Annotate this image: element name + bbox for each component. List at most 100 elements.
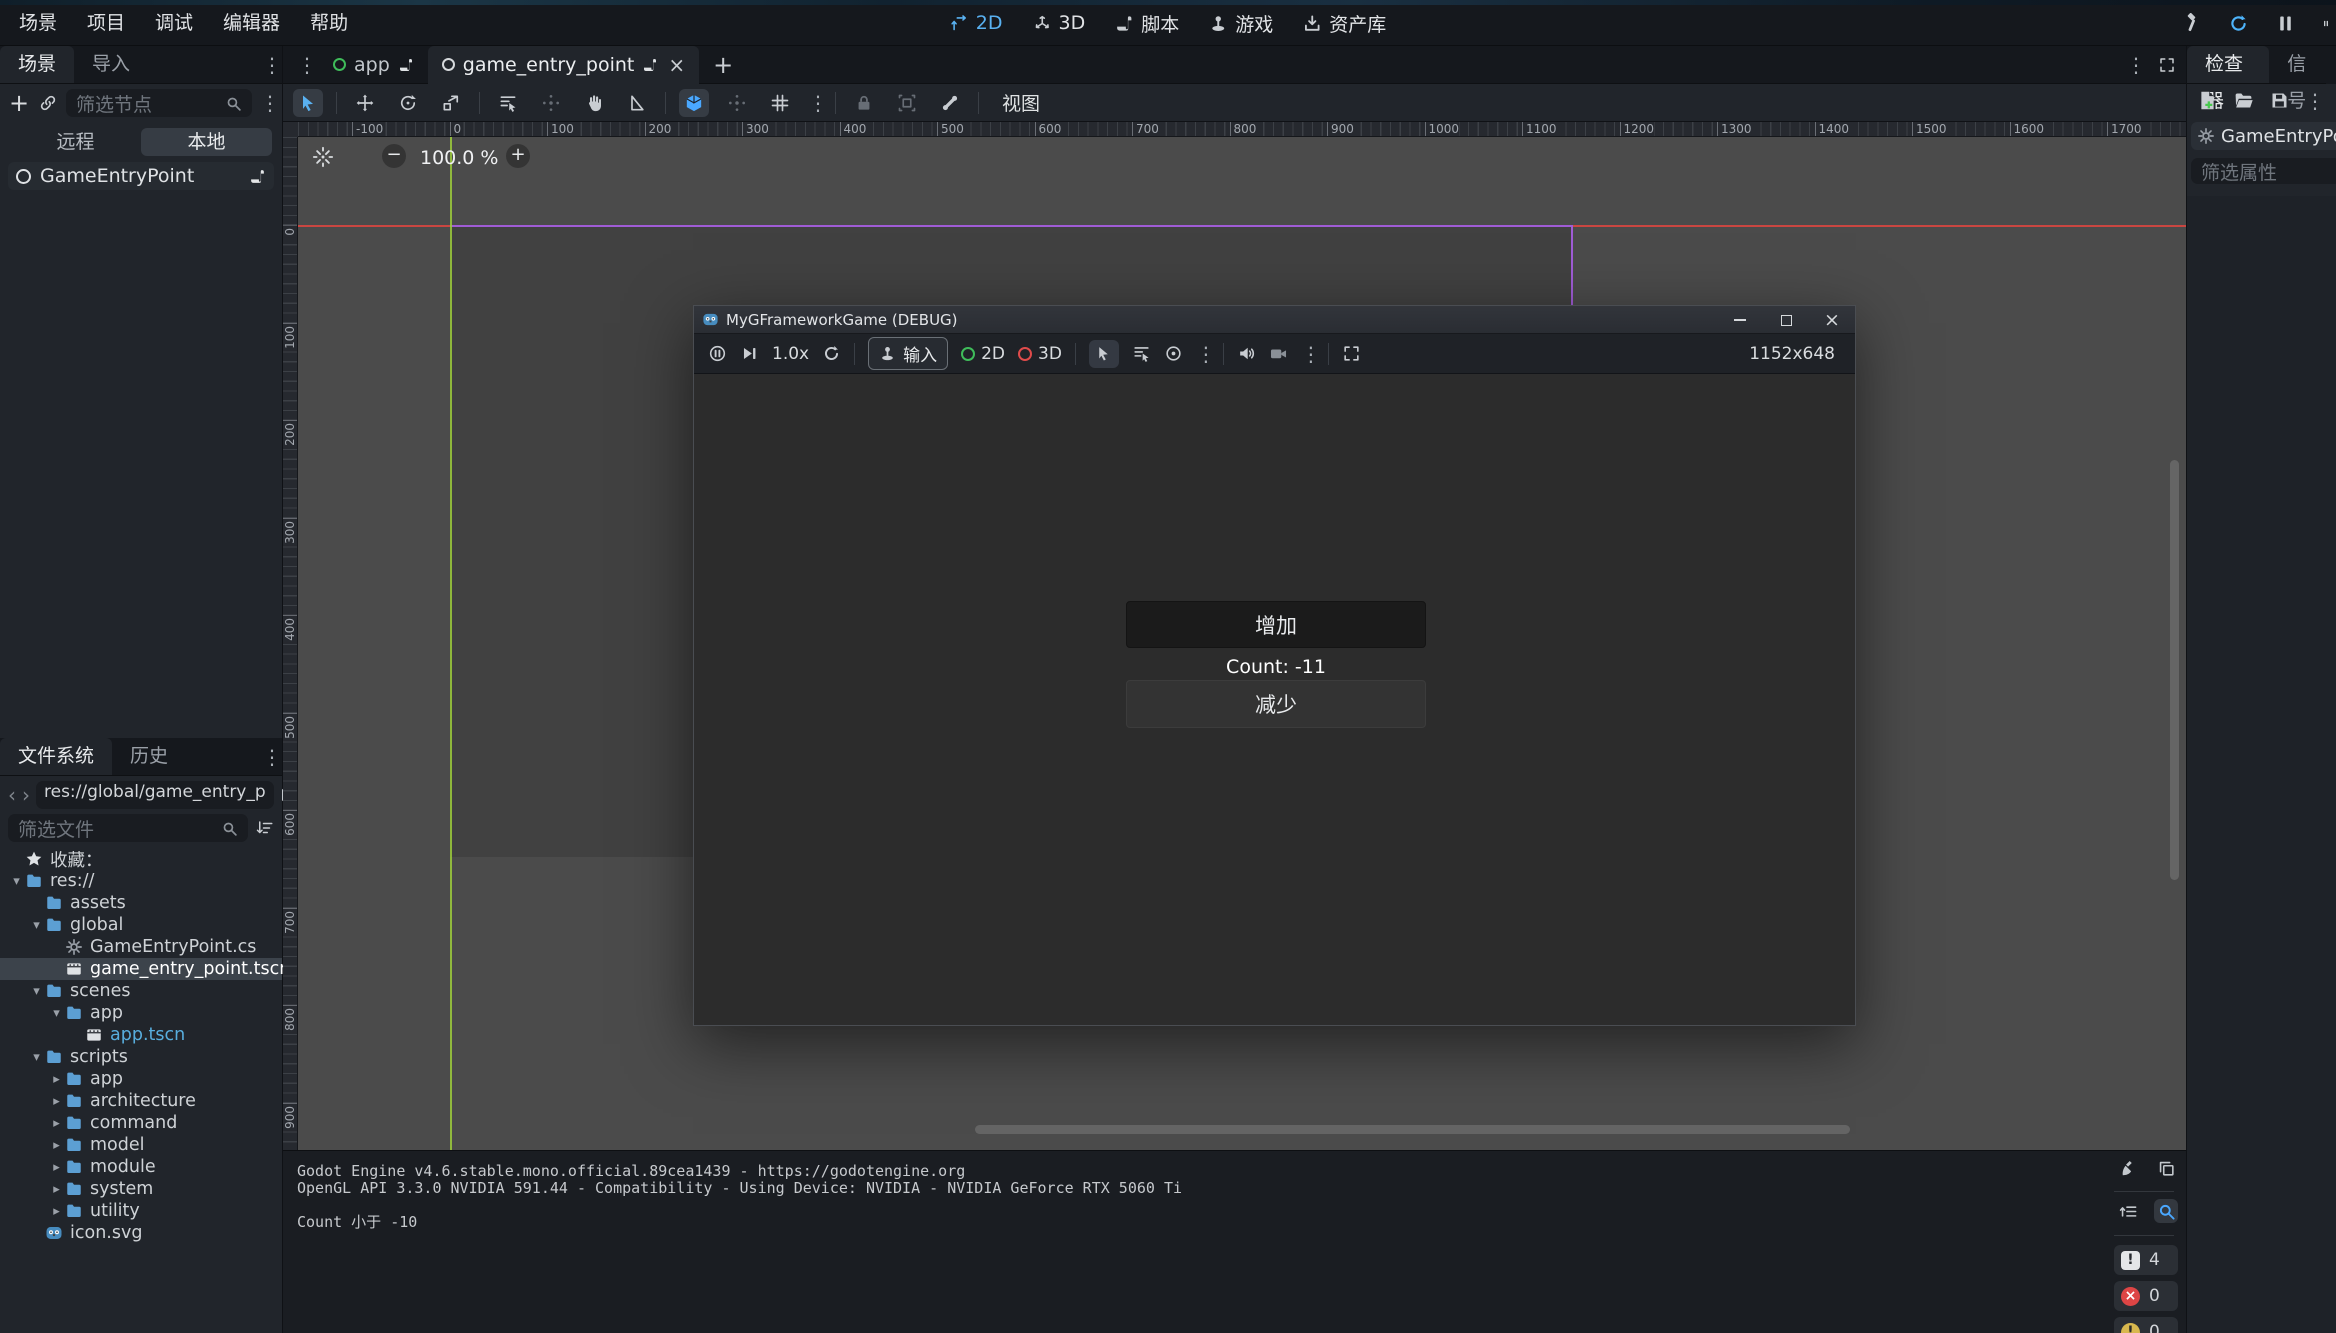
fs-item-scenes[interactable]: ▾ scenes [0,980,282,1002]
sort-icon[interactable] [256,819,274,837]
tree-expand-icon[interactable]: ▸ [48,1094,65,1109]
fs-item-game_entry_point.tscn[interactable]: game_entry_point.tscn [0,958,282,980]
game-window-titlebar[interactable]: MyGFrameworkGame (DEBUG) × [694,306,1855,334]
camera-override-icon[interactable] [1269,344,1288,363]
scene-tree-root-node[interactable]: GameEntryPoint [8,162,274,190]
fs-item-architecture[interactable]: ▸ architecture [0,1090,282,1112]
errors-badge[interactable]: × 0 [2114,1281,2178,1311]
scale-tool-button[interactable] [436,89,466,117]
build-hammer-icon[interactable] [2181,13,2202,34]
workspace-脚本[interactable]: 脚本 [1115,10,1179,37]
ungroup-button[interactable] [892,89,922,117]
back-arrow-icon[interactable]: ‹ [8,783,16,807]
tree-expand-icon[interactable]: ▾ [28,984,45,999]
fs-path-input[interactable]: res://global/game_entry_p [36,781,274,809]
menu-item[interactable]: 调试 [140,1,208,45]
add-node-button[interactable]: + [8,93,30,113]
game-select-tool[interactable] [1089,340,1119,368]
minimize-button[interactable] [1717,306,1763,334]
inspected-object-row[interactable]: GameEntryPoint.cs [2191,122,2336,150]
script-icon[interactable] [249,168,266,185]
zoom-level[interactable]: 100.0 % [420,147,499,169]
forward-arrow-icon[interactable]: › [22,783,30,807]
snap-options-icon[interactable]: ⋮ [808,93,822,113]
fs-item-global[interactable]: ▾ global [0,914,282,936]
tree-expand-icon[interactable]: ▾ [48,1006,65,1021]
pan-tool-button[interactable] [579,89,609,117]
list-select-button[interactable] [493,89,523,117]
workspace-3D[interactable]: 3D [1032,12,1085,34]
fs-item-system[interactable]: ▸ system [0,1178,282,1200]
tree-expand-icon[interactable]: ▾ [8,874,25,889]
fs-item-utility[interactable]: ▸ utility [0,1200,282,1222]
tab-inspector[interactable]: 检查器 [2187,46,2269,83]
scene-tree-menu-icon[interactable]: ⋮ [260,93,274,113]
pause-icon[interactable] [2275,13,2296,34]
copy-output-button[interactable] [2154,1156,2178,1180]
ruler-tool-button[interactable] [622,89,652,117]
fs-item-app.tscn[interactable]: app.tscn [0,1024,282,1046]
fs-dock-menu-icon[interactable]: ⋮ [262,747,276,767]
fs-item-icon.svg[interactable]: icon.svg [0,1222,282,1244]
node-snap-button[interactable] [722,89,752,117]
fs-item-assets[interactable]: assets [0,892,282,914]
clipped-icon[interactable] [2322,13,2330,34]
tab-options-icon[interactable]: ⋮ [2126,55,2140,75]
tree-expand-icon[interactable]: ▸ [48,1160,65,1175]
zoom-in-button[interactable]: + [506,144,530,168]
filter-files-input[interactable]: 筛选文件 [8,814,248,842]
speed-label[interactable]: 1.0x [772,344,809,364]
move-tool-button[interactable] [350,89,380,117]
output-console[interactable]: Godot Engine v4.6.stable.mono.official.8… [283,1150,2186,1333]
tab-import[interactable]: 导入 [74,46,148,83]
tree-expand-icon[interactable]: ▸ [48,1204,65,1219]
vertical-scrollbar[interactable] [2170,460,2179,880]
grid-snap-button[interactable] [765,89,795,117]
maximize-button[interactable] [1763,306,1809,334]
audio-icon[interactable] [1237,344,1256,363]
tree-expand-icon[interactable]: ▸ [48,1138,65,1153]
restart-icon[interactable] [822,344,841,363]
tab-app[interactable]: app [319,46,428,84]
lock-button[interactable] [849,89,879,117]
dock-menu-icon[interactable]: ⋮ [262,55,276,75]
view-menu-button[interactable]: 视图 [992,89,1050,116]
warnings-badge[interactable]: ! 0 [2114,1317,2178,1333]
horizontal-scrollbar[interactable] [975,1125,1850,1134]
inspector-menu-icon[interactable]: ⋮ [2305,91,2319,111]
fs-item-res[interactable]: ▾ res:// [0,870,282,892]
script-icon[interactable] [642,57,658,73]
script-icon[interactable] [398,57,414,73]
local-button[interactable]: 本地 [141,128,272,156]
fs-item-favorites[interactable]: 收藏： [0,848,282,870]
new-resource-icon[interactable] [2197,90,2218,111]
input-mode-button[interactable]: 输入 [868,337,948,370]
filter-properties-input[interactable]: 筛选属性 [2191,158,2336,184]
tree-expand-icon[interactable]: ▸ [48,1182,65,1197]
workspace-2D[interactable]: 2D [950,12,1003,34]
menu-item[interactable]: 帮助 [295,1,363,45]
collapse-output-button[interactable] [2116,1199,2140,1223]
game-debug-window[interactable]: MyGFrameworkGame (DEBUG) × 1.0x 输入 2D [693,305,1856,1026]
remote-button[interactable]: 远程 [10,128,141,156]
decrease-button[interactable]: 减少 [1126,680,1426,728]
tab-scene[interactable]: 场景 [0,46,74,83]
fs-item-command[interactable]: ▸ command [0,1112,282,1134]
tree-expand-icon[interactable]: ▸ [48,1072,65,1087]
game-list-select-icon[interactable] [1132,344,1151,363]
filter-nodes-input[interactable]: 筛选节点 [66,89,252,117]
workspace-资产库[interactable]: 资产库 [1303,10,1386,37]
messages-badge[interactable]: ! 4 [2114,1245,2178,1275]
new-tab-button[interactable]: + [699,51,747,79]
zoom-out-button[interactable]: − [382,144,406,168]
next-frame-icon[interactable] [740,344,759,363]
menu-item[interactable]: 场景 [4,1,72,45]
tree-expand-icon[interactable]: ▸ [48,1116,65,1131]
tab-filesystem[interactable]: 文件系统 [0,738,112,775]
reload-icon[interactable] [2228,13,2249,34]
suspend-icon[interactable] [708,344,727,363]
menu-item[interactable]: 项目 [72,1,140,45]
close-button[interactable]: × [1809,306,1855,334]
search-output-button[interactable] [2154,1199,2178,1223]
embed-fullscreen-icon[interactable] [1342,344,1361,363]
